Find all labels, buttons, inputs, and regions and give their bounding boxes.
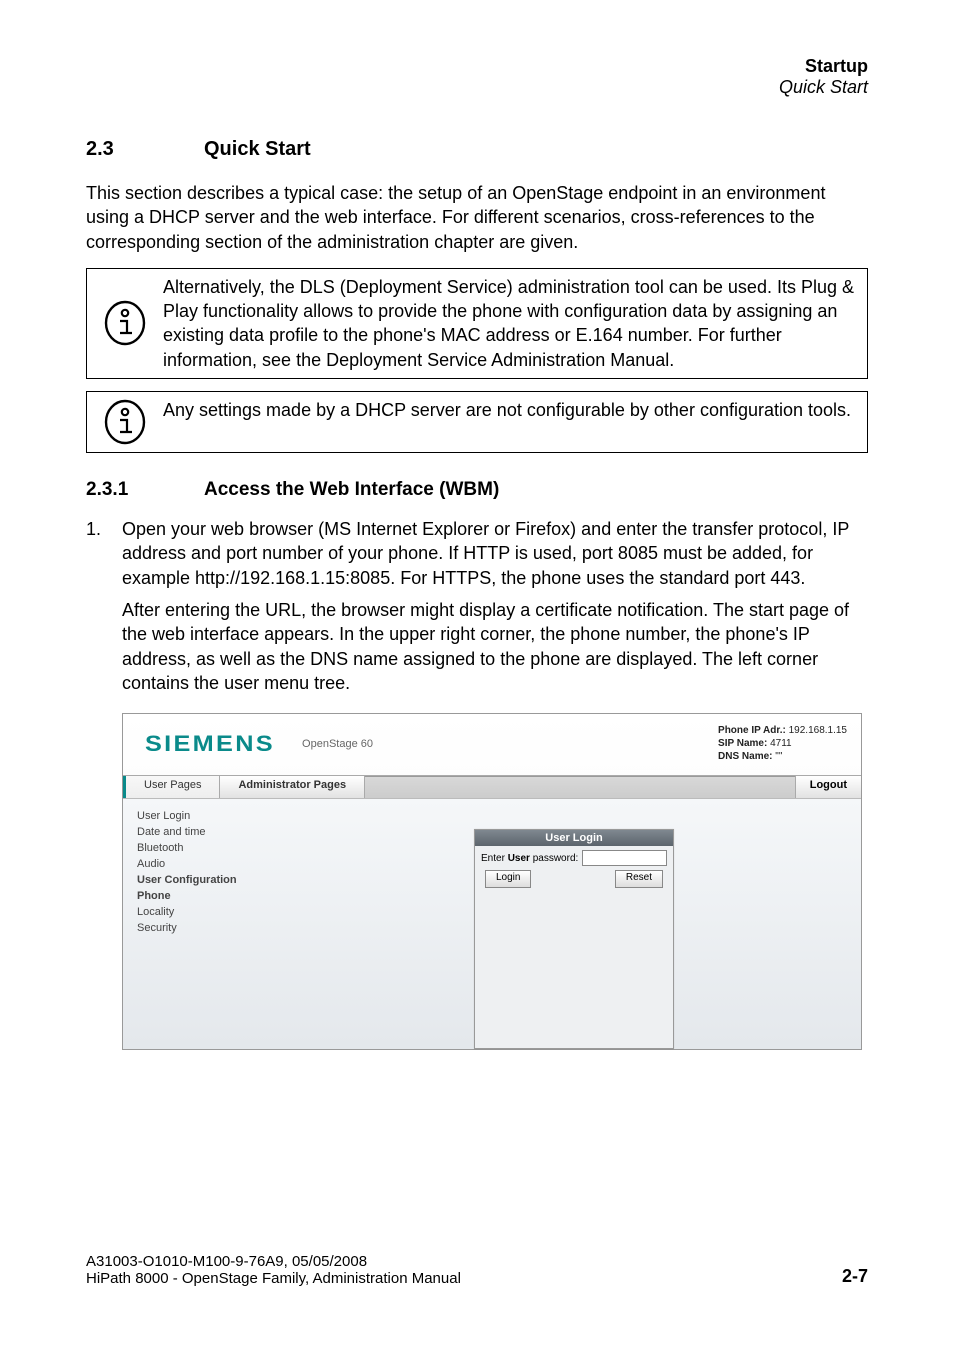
password-input[interactable] bbox=[582, 850, 667, 866]
sidebar-item-bluetooth[interactable]: Bluetooth bbox=[137, 841, 287, 857]
sip-value: 4711 bbox=[770, 738, 792, 749]
tab-admin-pages[interactable]: Administrator Pages bbox=[220, 776, 365, 798]
logout-button[interactable]: Logout bbox=[795, 776, 861, 798]
sidebar-item-phone[interactable]: Phone bbox=[137, 889, 287, 905]
dns-label: DNS Name: bbox=[718, 751, 772, 762]
footer-left: A31003-O1010-M100-9-76A9, 05/05/2008 HiP… bbox=[86, 1253, 461, 1287]
tab-spacer bbox=[365, 776, 795, 798]
heading-2-3-1: 2.3.1Access the Web Interface (WBM) bbox=[86, 479, 868, 501]
heading-number: 2.3 bbox=[86, 138, 204, 161]
wbm-sidebar: User Login Date and time Bluetooth Audio… bbox=[123, 799, 287, 1049]
info-note-2: Any settings made by a DHCP server are n… bbox=[86, 391, 868, 453]
heading-title: Quick Start bbox=[204, 138, 311, 160]
ip-value: 192.168.1.15 bbox=[789, 725, 847, 736]
siemens-logo: SIEMENS bbox=[145, 731, 275, 757]
wbm-main: User Login Enter User password: Login Re… bbox=[287, 799, 861, 1049]
info-icon bbox=[87, 269, 163, 378]
wbm-screenshot: SIEMENS OpenStage 60 Phone IP Adr.: 192.… bbox=[122, 713, 862, 1050]
wbm-header: SIEMENS OpenStage 60 Phone IP Adr.: 192.… bbox=[123, 714, 861, 775]
step-1: 1. Open your web browser (MS Internet Ex… bbox=[86, 517, 868, 703]
step-1-paragraph-1: Open your web browser (MS Internet Explo… bbox=[122, 517, 868, 590]
page-number: 2-7 bbox=[842, 1266, 868, 1287]
device-model: OpenStage 60 bbox=[302, 738, 373, 750]
sip-label: SIP Name: bbox=[718, 738, 767, 749]
heading-number: 2.3.1 bbox=[86, 479, 204, 501]
ip-label: Phone IP Adr.: bbox=[718, 725, 786, 736]
phone-info-block: Phone IP Adr.: 192.168.1.15 SIP Name: 47… bbox=[718, 724, 847, 763]
intro-paragraph: This section describes a typical case: t… bbox=[86, 181, 868, 254]
dns-value: "" bbox=[775, 751, 782, 762]
sidebar-item-user-login[interactable]: User Login bbox=[137, 809, 287, 825]
sidebar-item-date-time[interactable]: Date and time bbox=[137, 825, 287, 841]
login-panel-buttons: Login Reset bbox=[475, 868, 673, 894]
login-panel-title: User Login bbox=[475, 830, 673, 846]
info-note-1-text: Alternatively, the DLS (Deployment Servi… bbox=[163, 269, 867, 378]
step-content: Open your web browser (MS Internet Explo… bbox=[122, 517, 868, 703]
document-page: Startup Quick Start 2.3Quick Start This … bbox=[0, 0, 954, 1351]
running-header: Startup Quick Start bbox=[86, 56, 868, 98]
heading-title: Access the Web Interface (WBM) bbox=[204, 479, 499, 500]
tab-user-pages[interactable]: User Pages bbox=[123, 776, 220, 798]
wbm-tab-bar: User Pages Administrator Pages Logout bbox=[123, 775, 861, 798]
heading-2-3: 2.3Quick Start bbox=[86, 138, 868, 161]
login-button[interactable]: Login bbox=[485, 870, 531, 888]
info-icon bbox=[87, 392, 163, 452]
wbm-body: User Login Date and time Bluetooth Audio… bbox=[123, 798, 861, 1049]
step-marker: 1. bbox=[86, 517, 122, 703]
sidebar-item-security[interactable]: Security bbox=[137, 921, 287, 937]
reset-button[interactable]: Reset bbox=[615, 870, 663, 888]
sidebar-item-locality[interactable]: Locality bbox=[137, 905, 287, 921]
info-note-1: Alternatively, the DLS (Deployment Servi… bbox=[86, 268, 868, 379]
password-label: Enter User password: bbox=[481, 853, 578, 864]
page-footer: A31003-O1010-M100-9-76A9, 05/05/2008 HiP… bbox=[86, 1253, 868, 1287]
header-chapter: Startup bbox=[86, 56, 868, 77]
step-1-paragraph-2: After entering the URL, the browser migh… bbox=[122, 598, 868, 695]
sidebar-item-audio[interactable]: Audio bbox=[137, 857, 287, 873]
footer-docid: A31003-O1010-M100-9-76A9, 05/05/2008 bbox=[86, 1253, 461, 1270]
header-section: Quick Start bbox=[86, 77, 868, 98]
info-note-2-text: Any settings made by a DHCP server are n… bbox=[163, 392, 867, 452]
sidebar-item-user-configuration[interactable]: User Configuration bbox=[137, 873, 287, 889]
login-panel: User Login Enter User password: Login Re… bbox=[474, 829, 674, 1049]
password-row: Enter User password: bbox=[475, 846, 673, 868]
footer-title: HiPath 8000 - OpenStage Family, Administ… bbox=[86, 1270, 461, 1287]
